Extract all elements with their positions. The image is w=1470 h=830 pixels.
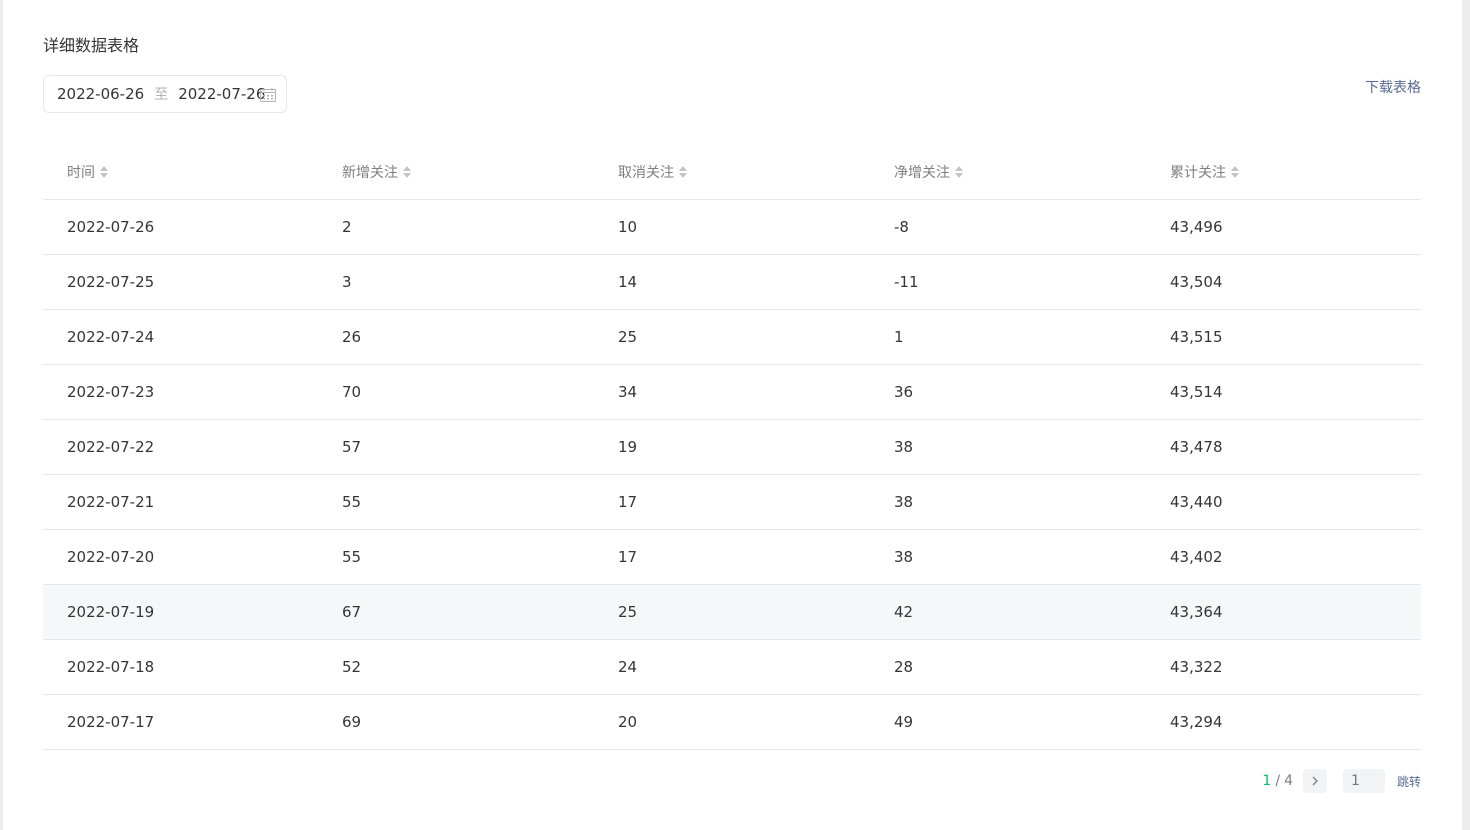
table-row: 2022-07-20 55 17 38 43,402 [43, 529, 1421, 585]
table-row: 2022-07-22 57 19 38 43,478 [43, 419, 1421, 475]
table-cell: 2022-07-21 [43, 474, 318, 530]
table-cell: 55 [318, 529, 594, 585]
table-cell: 2022-07-18 [43, 639, 318, 695]
data-table-panel: 详细数据表格 2022-06-26 至 2022-07-26 下载表格 时间 新… [0, 0, 1470, 830]
current-page: 1 [1262, 773, 1272, 789]
table-row: 2022-07-23 70 34 36 43,514 [43, 364, 1421, 420]
table-row: 2022-07-24 26 25 1 43,515 [43, 309, 1421, 365]
table-cell: 43,364 [1146, 584, 1421, 640]
table-cell: 19 [594, 419, 870, 475]
table-cell: 38 [870, 419, 1146, 475]
table-cell: 36 [870, 364, 1146, 420]
table-cell: 20 [594, 694, 870, 750]
table-cell: 42 [870, 584, 1146, 640]
table-cell: 28 [870, 639, 1146, 695]
column-header-unfollow[interactable]: 取消关注 [594, 145, 870, 200]
table-cell: 2 [318, 199, 594, 255]
column-header-label: 累计关注 [1170, 165, 1226, 181]
table-cell: 25 [594, 584, 870, 640]
table-cell: 2022-07-24 [43, 309, 318, 365]
sort-icon[interactable] [678, 165, 688, 179]
table-cell: 57 [318, 419, 594, 475]
table-row: 2022-07-26 2 10 -8 43,496 [43, 199, 1421, 255]
column-header-label: 时间 [67, 165, 95, 181]
table-row: 2022-07-25 3 14 -11 43,504 [43, 254, 1421, 310]
table-row-hovered: 2022-07-19 67 25 42 43,364 [43, 584, 1421, 640]
table-cell: 2022-07-25 [43, 254, 318, 310]
table-cell: 43,515 [1146, 309, 1421, 365]
table-cell: 2022-07-20 [43, 529, 318, 585]
table-cell: 70 [318, 364, 594, 420]
table-cell: -11 [870, 254, 1146, 310]
column-header-total-follow[interactable]: 累计关注 [1146, 145, 1421, 200]
data-table: 时间 新增关注 取消关注 净增关注 累计关注 2022-07-26 2 10 -… [43, 145, 1421, 750]
table-header-row: 时间 新增关注 取消关注 净增关注 累计关注 [43, 145, 1421, 200]
total-pages: 4 [1284, 773, 1293, 789]
table-cell: 69 [318, 694, 594, 750]
sort-icon[interactable] [1230, 165, 1240, 179]
table-cell: 43,478 [1146, 419, 1421, 475]
column-header-label: 新增关注 [342, 165, 398, 181]
table-cell: 43,402 [1146, 529, 1421, 585]
table-row: 2022-07-17 69 20 49 43,294 [43, 694, 1421, 750]
table-cell: 17 [594, 474, 870, 530]
table-cell: 38 [870, 529, 1146, 585]
sort-icon[interactable] [402, 165, 412, 179]
table-cell: 38 [870, 474, 1146, 530]
date-range-picker[interactable]: 2022-06-26 至 2022-07-26 [43, 75, 287, 113]
panel-title: 详细数据表格 [43, 36, 140, 55]
chevron-right-icon [1312, 776, 1318, 786]
table-cell: 43,496 [1146, 199, 1421, 255]
column-header-new-follow[interactable]: 新增关注 [318, 145, 594, 200]
table-cell: 1 [870, 309, 1146, 365]
table-cell: 2022-07-17 [43, 694, 318, 750]
table-cell: 34 [594, 364, 870, 420]
column-header-label: 净增关注 [894, 165, 950, 181]
column-header-label: 取消关注 [618, 165, 674, 181]
table-cell: 43,322 [1146, 639, 1421, 695]
column-header-time[interactable]: 时间 [43, 145, 318, 200]
sort-icon[interactable] [954, 165, 964, 179]
date-end[interactable]: 2022-07-26 [178, 85, 265, 103]
table-row: 2022-07-18 52 24 28 43,322 [43, 639, 1421, 695]
calendar-icon[interactable] [260, 88, 276, 102]
table-cell: 43,514 [1146, 364, 1421, 420]
date-start[interactable]: 2022-06-26 [57, 85, 144, 103]
table-cell: 25 [594, 309, 870, 365]
table-cell: 14 [594, 254, 870, 310]
page-jump-input[interactable] [1342, 769, 1385, 793]
table-cell: 3 [318, 254, 594, 310]
download-table-link[interactable]: 下载表格 [1365, 77, 1421, 97]
page-jump-button[interactable]: 跳转 [1397, 773, 1421, 790]
table-cell: 52 [318, 639, 594, 695]
sort-icon[interactable] [99, 165, 109, 179]
table-cell: 2022-07-26 [43, 199, 318, 255]
table-cell: 2022-07-23 [43, 364, 318, 420]
table-cell: 43,440 [1146, 474, 1421, 530]
page-separator: / [1275, 773, 1281, 789]
date-separator: 至 [154, 87, 169, 103]
pagination: 1 / 4 跳转 [1262, 769, 1421, 793]
table-cell: 26 [318, 309, 594, 365]
table-cell: 10 [594, 199, 870, 255]
table-cell: 49 [870, 694, 1146, 750]
table-cell: 2022-07-19 [43, 584, 318, 640]
table-cell: 17 [594, 529, 870, 585]
table-cell: 43,294 [1146, 694, 1421, 750]
table-cell: 67 [318, 584, 594, 640]
column-header-net-follow[interactable]: 净增关注 [870, 145, 1146, 200]
table-cell: 2022-07-22 [43, 419, 318, 475]
table-cell: -8 [870, 199, 1146, 255]
table-cell: 24 [594, 639, 870, 695]
table-row: 2022-07-21 55 17 38 43,440 [43, 474, 1421, 530]
next-page-button[interactable] [1302, 769, 1327, 793]
table-cell: 55 [318, 474, 594, 530]
table-cell: 43,504 [1146, 254, 1421, 310]
